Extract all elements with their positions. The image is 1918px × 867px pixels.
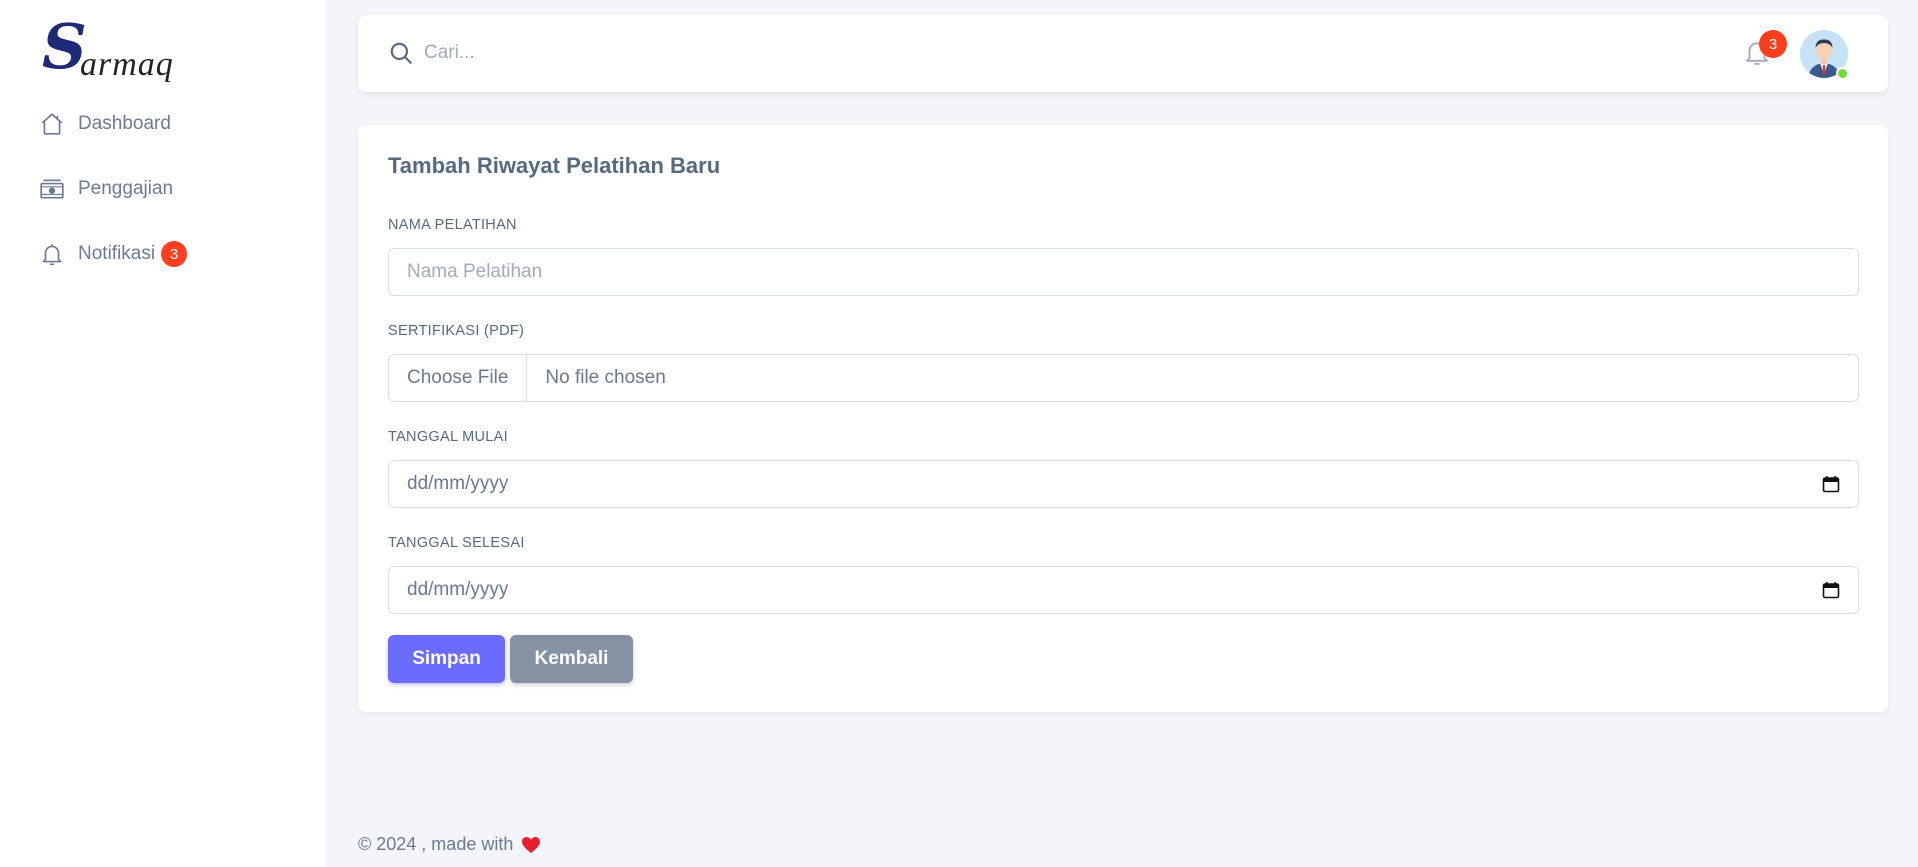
- calendar-icon[interactable]: [1822, 581, 1840, 599]
- notification-count-badge: 3: [1759, 30, 1787, 58]
- nama-pelatihan-label: NAMA PELATIHAN: [388, 217, 517, 233]
- sidebar: S armaq Dashboard Penggajian Notifikasi …: [0, 0, 325, 867]
- tanggal-mulai-label: TANGGAL MULAI: [388, 429, 508, 445]
- back-button[interactable]: Kembali: [510, 635, 633, 683]
- logo-text: armaq: [80, 46, 174, 83]
- heart-icon: [521, 836, 541, 854]
- home-icon: [38, 110, 66, 138]
- search-input[interactable]: [424, 35, 1324, 71]
- page-title: Tambah Riwayat Pelatihan Baru: [388, 153, 721, 178]
- date-value: dd/mm/yyyy: [407, 579, 509, 600]
- top-navbar: 3: [358, 15, 1888, 92]
- calendar-icon[interactable]: [1822, 475, 1840, 493]
- sidebar-item-label: Dashboard: [78, 113, 171, 134]
- sertifikasi-file-input[interactable]: Choose File No file chosen: [388, 354, 1859, 402]
- date-value: dd/mm/yyyy: [407, 473, 509, 494]
- nama-pelatihan-input[interactable]: [388, 248, 1859, 296]
- notification-badge: 3: [161, 241, 188, 267]
- money-icon: [38, 175, 66, 203]
- save-button[interactable]: Simpan: [388, 635, 505, 683]
- tanggal-selesai-input[interactable]: dd/mm/yyyy: [388, 566, 1859, 614]
- file-status-text: No file chosen: [545, 367, 666, 388]
- choose-file-button[interactable]: Choose File: [389, 355, 528, 401]
- footer-text: © 2024 , made with: [358, 834, 514, 854]
- tanggal-mulai-input[interactable]: dd/mm/yyyy: [388, 460, 1859, 508]
- footer: © 2024 , made with: [358, 834, 541, 855]
- sidebar-item-label: Notifikasi: [78, 243, 156, 264]
- sidebar-nav: Dashboard Penggajian Notifikasi 3: [0, 108, 325, 303]
- tanggal-selesai-label: TANGGAL SELESAI: [388, 535, 525, 551]
- app-logo[interactable]: S armaq: [42, 16, 192, 84]
- sidebar-item-notifikasi[interactable]: Notifikasi 3: [0, 238, 325, 270]
- online-status-indicator: [1836, 67, 1849, 80]
- search-icon: [388, 40, 414, 66]
- sertifikasi-label: SERTIFIKASI (PDF): [388, 323, 525, 339]
- sidebar-item-label: Penggajian: [78, 178, 174, 199]
- bell-icon: [38, 240, 66, 268]
- training-form-card: Tambah Riwayat Pelatihan Baru NAMA PELAT…: [358, 125, 1888, 712]
- sidebar-item-penggajian[interactable]: Penggajian: [0, 173, 325, 205]
- sidebar-item-dashboard[interactable]: Dashboard: [0, 108, 325, 140]
